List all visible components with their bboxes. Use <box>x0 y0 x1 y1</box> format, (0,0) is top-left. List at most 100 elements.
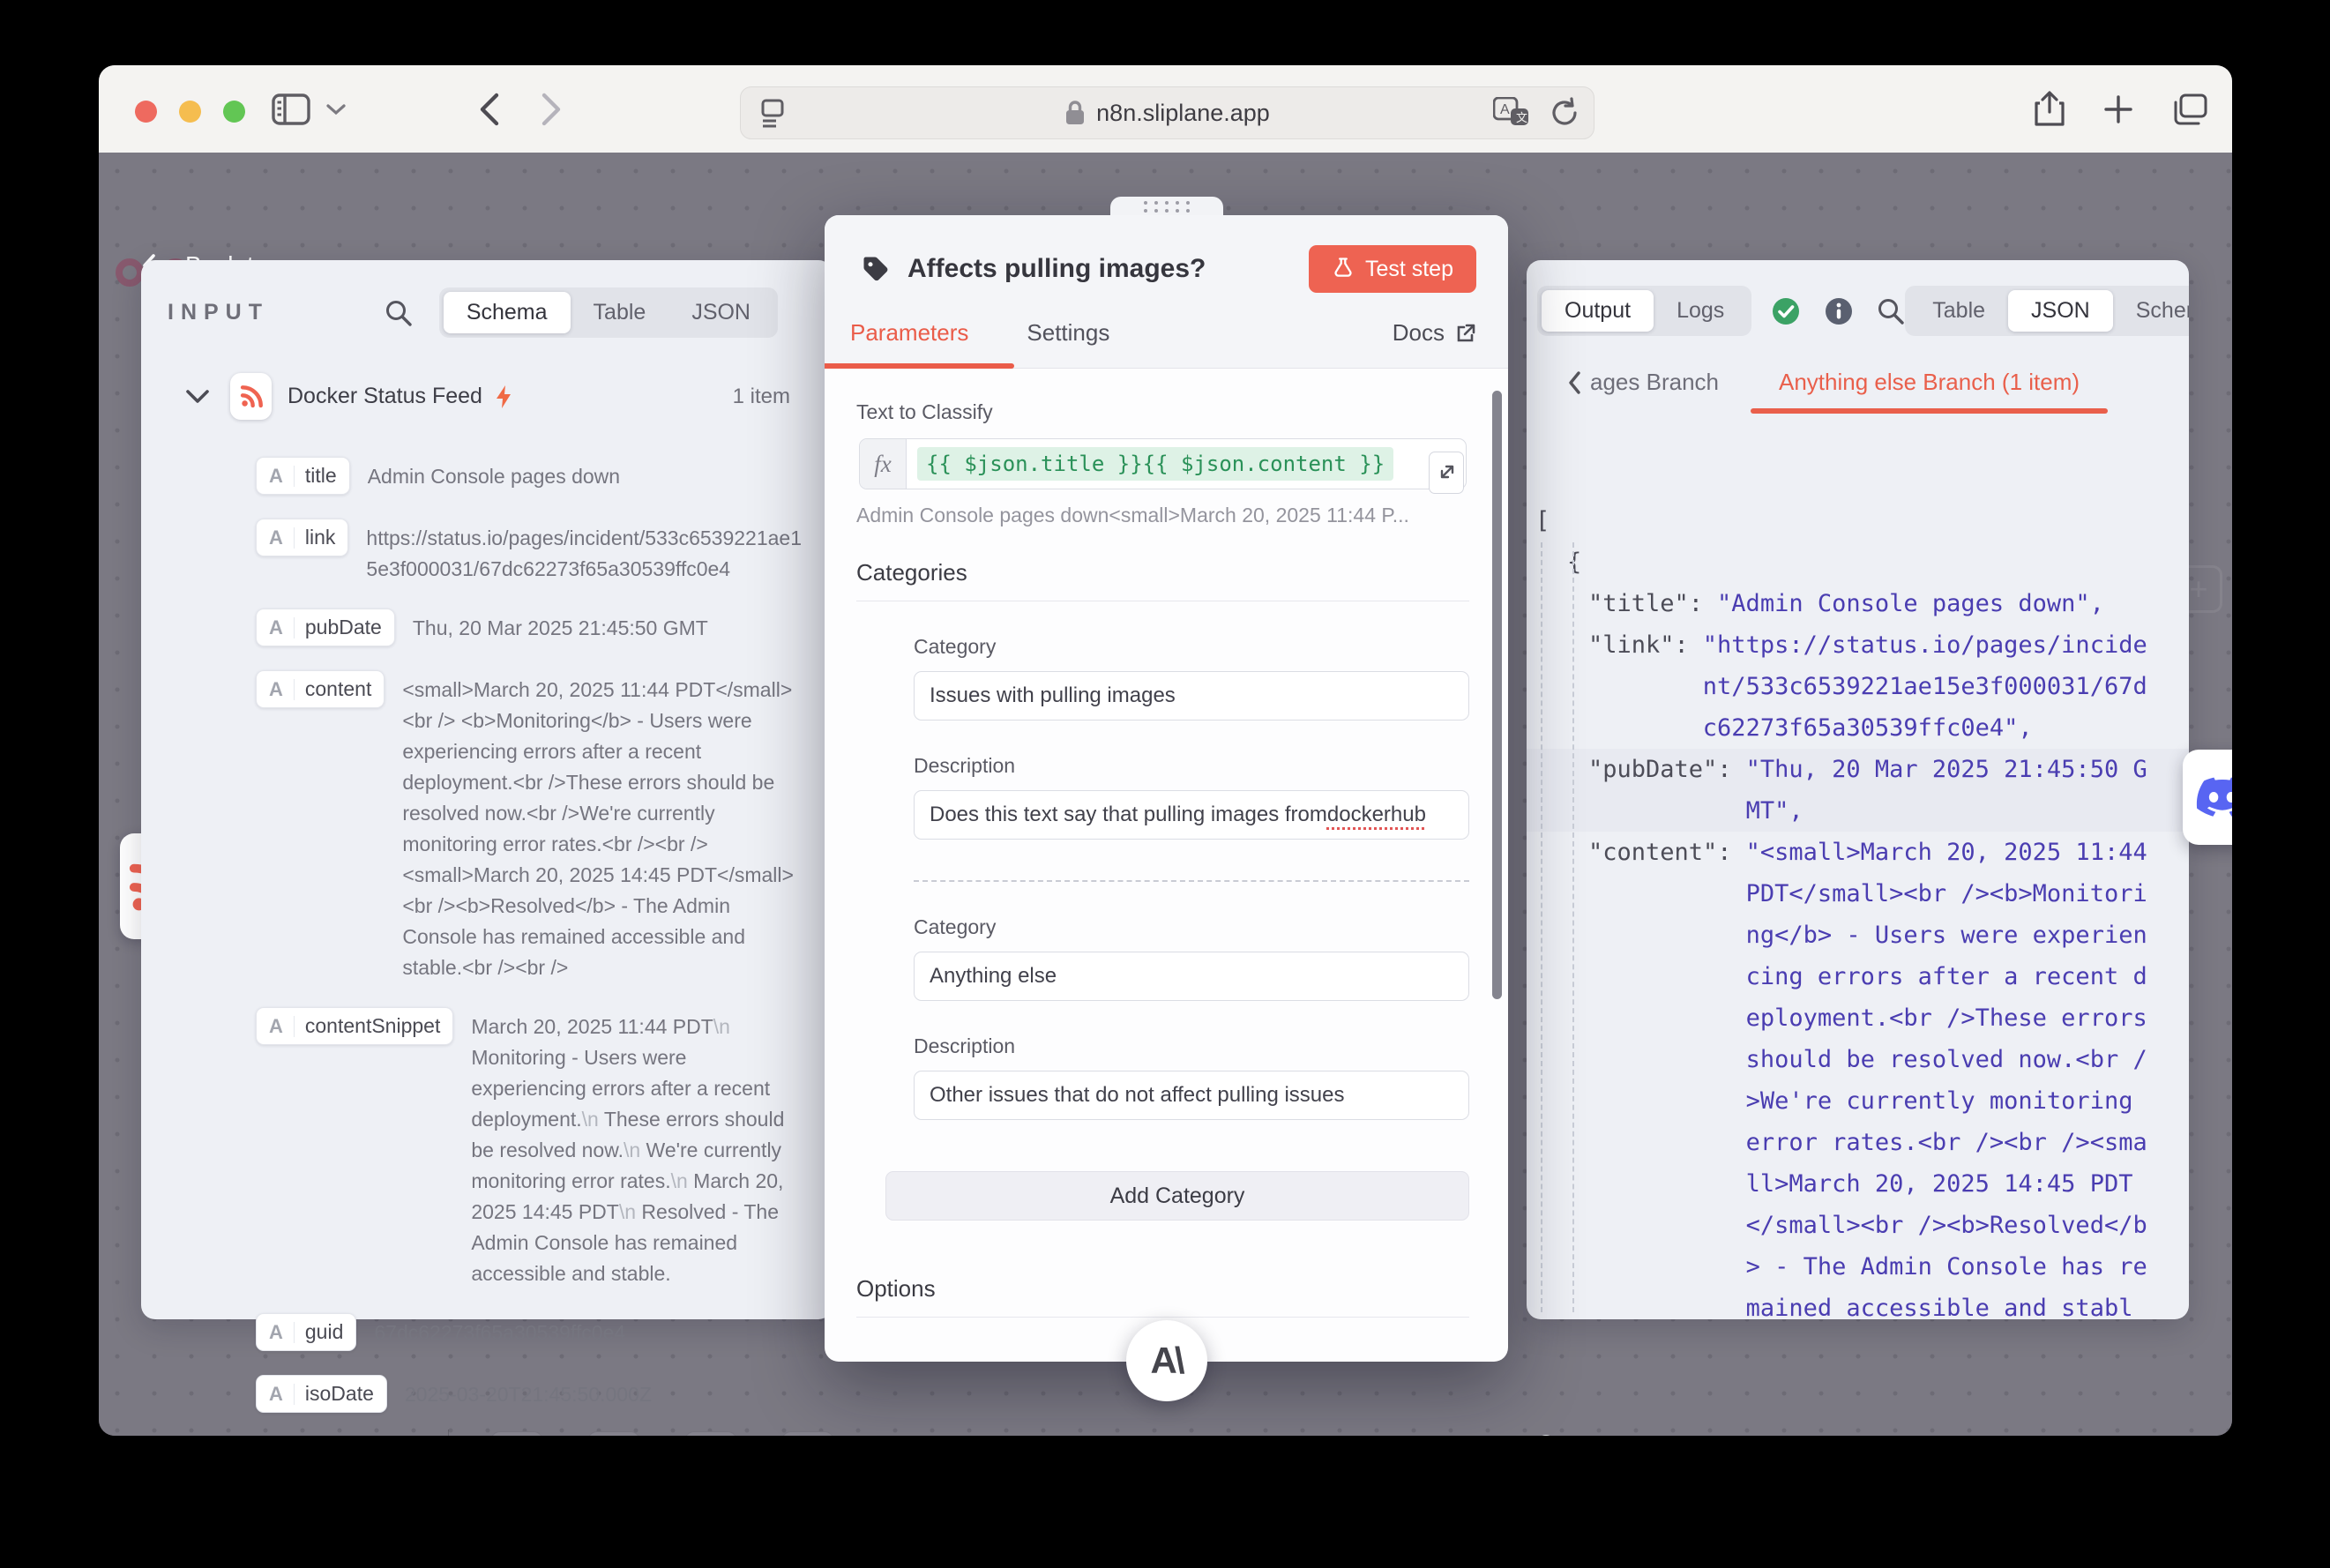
node-settings-dialog: Affects pulling images? Test step Parame… <box>825 215 1508 1362</box>
dialog-drag-handle[interactable] <box>1110 197 1223 216</box>
expand-expression-icon[interactable] <box>1429 452 1464 494</box>
field-value: Thu, 20 Mar 2025 21:45:50 GMT <box>413 609 708 644</box>
tab-out-table[interactable]: Table <box>1909 290 2008 332</box>
add-category-button[interactable]: Add Category <box>885 1171 1469 1221</box>
input-node-row[interactable]: Docker Status Feed 1 item <box>141 338 833 420</box>
tab-json[interactable]: JSON <box>668 292 773 333</box>
json-line: [ <box>1535 500 2154 541</box>
forward-button[interactable] <box>540 65 563 153</box>
tab-logs[interactable]: Logs <box>1654 290 1747 332</box>
field-value: https://status.io/pages/incident/533c653… <box>366 519 806 585</box>
svg-text:文: 文 <box>1516 111 1527 124</box>
lock-icon <box>1064 100 1086 126</box>
tab-output[interactable]: Output <box>1542 290 1654 332</box>
node-feedback-link[interactable]: I wish this node would... <box>1535 1433 1805 1436</box>
fx-badge: fx <box>860 439 907 489</box>
sidebar-chevron-icon[interactable] <box>326 65 346 153</box>
chevron-left-icon[interactable] <box>1567 371 1581 394</box>
new-tab-icon[interactable] <box>2103 94 2133 124</box>
schema-field-row[interactable]: Aguid67dc62273f65a30539ffc0e4 <box>256 1313 806 1351</box>
field-type-pill[interactable]: AcontentSnippet <box>256 1007 453 1045</box>
test-step-button[interactable]: Test step <box>1309 245 1476 293</box>
fit-view-button[interactable] <box>490 1431 543 1436</box>
docs-link[interactable]: Docs <box>1393 319 1476 347</box>
canvas-toolbar <box>490 1431 834 1436</box>
schema-field-row[interactable]: AisoDate 2025-03-20T21:45:50.000Z <box>256 1375 806 1413</box>
tab-parameters[interactable]: Parameters <box>850 319 968 347</box>
field-type-pill[interactable]: AisoDate <box>256 1375 387 1413</box>
flask-icon <box>1332 257 1355 281</box>
output-search-icon[interactable] <box>1877 297 1905 325</box>
dialog-title: Affects pulling images? <box>907 254 1206 284</box>
tab-out-json[interactable]: JSON <box>2008 290 2113 332</box>
tabs-overview-icon[interactable] <box>2172 93 2207 125</box>
discord-button[interactable] <box>2183 750 2232 845</box>
external-link-icon <box>1455 323 1476 344</box>
category-separator <box>914 880 1469 882</box>
json-line: "title":"Admin Console pages down", <box>1588 583 2154 624</box>
categories-section-title: Categories <box>856 559 1469 601</box>
sidebar-toggle-icon[interactable] <box>272 65 310 153</box>
schema-field-row[interactable]: Acontent <small>March 20, 2025 11:44 PDT<… <box>256 670 806 983</box>
tab-out-schema[interactable]: Schema <box>2113 290 2189 332</box>
branch-tab-active[interactable]: Anything else Branch (1 item) <box>1751 369 2108 414</box>
field-type-pill[interactable]: Aguid <box>256 1313 356 1351</box>
schema-field-row[interactable]: ApubDate Thu, 20 Mar 2025 21:45:50 GMT <box>256 609 806 646</box>
category-input[interactable]: Anything else <box>914 952 1469 1001</box>
model-connector-anthropic[interactable]: A\ <box>1126 1320 1207 1401</box>
text-to-classify-input[interactable]: fx {{ $json.title }}{{ $json.content }} <box>859 438 1467 489</box>
category-label: Category <box>914 635 1469 659</box>
back-button[interactable] <box>478 65 501 153</box>
field-value: 2025-03-20T21:45:50.000Z <box>405 1375 652 1410</box>
schema-field-row[interactable]: Alink https://status.io/pages/incident/53… <box>256 519 806 585</box>
toolbar-divider <box>448 1430 449 1436</box>
description-input[interactable]: Other issues that do not affect pulling … <box>914 1071 1469 1120</box>
field-type-pill[interactable]: Alink <box>256 519 348 556</box>
input-search-icon[interactable] <box>385 299 413 327</box>
chevron-down-icon[interactable] <box>186 390 209 404</box>
svg-text:A: A <box>1500 102 1510 117</box>
address-bar[interactable]: n8n.sliplane.app A文 <box>740 86 1594 139</box>
share-icon[interactable] <box>2035 91 2065 128</box>
browser-window: n8n.sliplane.app A文 <box>99 65 2232 1436</box>
field-type-pill[interactable]: Acontent <box>256 670 385 708</box>
options-section-title: Options <box>856 1275 1469 1318</box>
expression-value[interactable]: {{ $json.title }}{{ $json.content }} <box>917 447 1393 481</box>
zoom-window-button[interactable] <box>223 101 245 123</box>
close-window-button[interactable] <box>135 101 157 123</box>
reload-icon[interactable] <box>1550 97 1579 129</box>
zoom-out-button[interactable] <box>684 1431 737 1436</box>
branch-tabs: ages Branch Anything else Branch (1 item… <box>1527 336 2189 414</box>
schema-field-row[interactable]: AcontentSnippetMarch 20, 2025 11:44 PDT\… <box>256 1007 806 1289</box>
tab-table[interactable]: Table <box>571 292 669 333</box>
output-json-view[interactable]: [{"title":"Admin Console pages down","li… <box>1527 488 2189 1319</box>
traffic-lights[interactable] <box>135 101 245 123</box>
description-label: Description <box>914 754 1469 778</box>
translate-icon[interactable]: A文 <box>1493 97 1530 129</box>
dialog-body: Text to Classify fx {{ $json.title }}{{ … <box>825 369 1508 1330</box>
dialog-scrollbar[interactable] <box>1492 391 1502 999</box>
field-type-pill[interactable]: ApubDate <box>256 609 395 646</box>
info-icon[interactable] <box>1824 296 1854 326</box>
pinned-bolt-icon <box>495 385 512 409</box>
lightbulb-icon <box>1535 1433 1557 1436</box>
description-input[interactable]: Does this text say that pulling images f… <box>914 790 1469 840</box>
zoom-in-button[interactable] <box>587 1431 640 1436</box>
tab-schema[interactable]: Schema <box>444 292 571 333</box>
minimize-window-button[interactable] <box>179 101 201 123</box>
output-view-tabs: Table JSON Schema <box>1905 286 2189 336</box>
category-input[interactable]: Issues with pulling images <box>914 671 1469 721</box>
url-text: n8n.sliplane.app <box>1096 100 1270 127</box>
field-type-pill[interactable]: Atitle <box>256 457 350 495</box>
tag-icon <box>860 253 892 285</box>
output-mode-tabs: Output Logs <box>1537 286 1751 336</box>
field-value: <small>March 20, 2025 11:44 PDT</small><… <box>402 670 806 983</box>
branch-tab-previous[interactable]: ages Branch <box>1567 369 1719 414</box>
tidy-up-button[interactable] <box>781 1431 834 1436</box>
input-item-count: 1 item <box>733 385 790 409</box>
discord-icon <box>2195 776 2232 818</box>
input-node-name: Docker Status Feed <box>288 384 482 409</box>
description-label: Description <box>914 1034 1469 1058</box>
tab-settings[interactable]: Settings <box>1027 319 1109 347</box>
schema-field-row[interactable]: AtitleAdmin Console pages down <box>256 457 806 495</box>
